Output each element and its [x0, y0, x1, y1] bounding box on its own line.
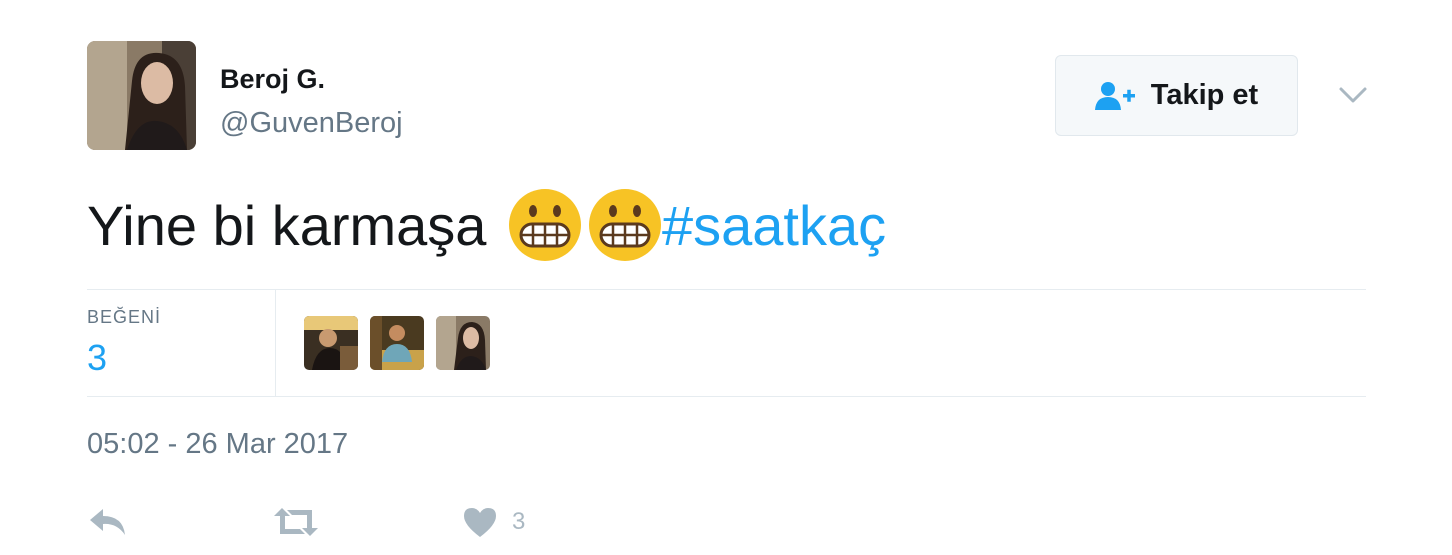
like-button[interactable]: 3 [462, 500, 525, 544]
like-count: 3 [512, 508, 526, 535]
grimacing-face-emoji [588, 188, 662, 262]
divider [87, 289, 1366, 290]
reply-icon [87, 505, 129, 539]
chevron-down-icon[interactable] [1336, 82, 1370, 108]
likers-list [304, 316, 490, 370]
reply-button[interactable] [87, 500, 129, 544]
liker-avatar[interactable] [370, 316, 424, 370]
liker-avatar[interactable] [436, 316, 490, 370]
author-name[interactable]: Beroj G. [220, 64, 325, 95]
grimacing-face-emoji [508, 188, 582, 262]
follow-icon [1094, 81, 1137, 111]
follow-button[interactable]: Takip et [1055, 55, 1298, 136]
liker-avatar[interactable] [304, 316, 358, 370]
divider [87, 396, 1366, 397]
follow-button-label: Takip et [1150, 79, 1259, 111]
tweet-text-body: Yine bi karmaşa [87, 193, 502, 257]
author-avatar[interactable] [87, 41, 196, 150]
likes-stat[interactable]: BEĞENİ 3 [87, 290, 276, 396]
hashtag-link[interactable]: #saatkaç [662, 193, 886, 258]
tweet-timestamp[interactable]: 05:02 - 26 Mar 2017 [87, 428, 348, 461]
heart-icon [462, 505, 498, 539]
author-handle[interactable]: @GuvenBeroj [220, 107, 403, 140]
retweet-button[interactable] [272, 500, 320, 544]
tweet-text: Yine bi karmaşa #saatkaç [87, 185, 886, 265]
likes-count: 3 [87, 337, 108, 378]
retweet-icon [272, 505, 320, 539]
likes-label: BEĞENİ [87, 307, 162, 327]
